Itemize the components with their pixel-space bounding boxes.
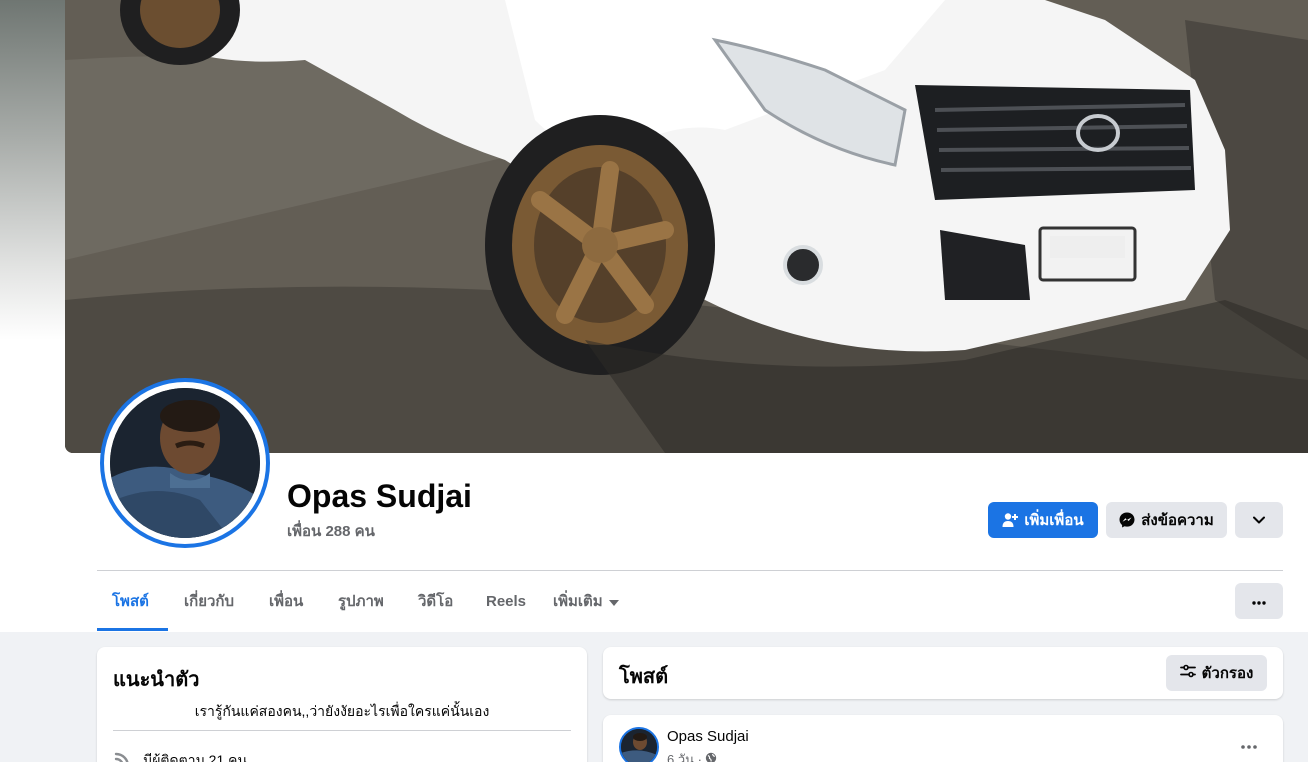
more-dots-icon xyxy=(1252,592,1266,610)
header-divider xyxy=(97,570,1283,571)
intro-title: แนะนำตัว xyxy=(113,669,200,691)
chevron-down-icon xyxy=(1253,516,1265,524)
tab-about[interactable]: เกี่ยวกับ xyxy=(184,584,234,618)
post-meta: 6 วัน · xyxy=(667,749,717,762)
follower-icon xyxy=(113,749,133,762)
tab-more[interactable]: เพิ่มเติม xyxy=(553,584,619,618)
post-card: Opas Sudjai 6 วัน · xyxy=(603,715,1283,762)
message-label: ส่งข้อความ xyxy=(1141,512,1214,529)
profile-options-button[interactable] xyxy=(1235,502,1283,538)
filter-button[interactable]: ตัวกรอง xyxy=(1166,655,1267,691)
profile-avatar[interactable] xyxy=(100,378,270,548)
caret-down-icon xyxy=(608,593,619,610)
followers-text[interactable]: มีผู้ติดตาม 21 คน xyxy=(143,750,247,762)
message-button[interactable]: ส่งข้อความ xyxy=(1106,502,1227,538)
tab-more-label: เพิ่มเติม xyxy=(553,593,603,610)
followers-row: มีผู้ติดตาม 21 คน xyxy=(113,749,247,762)
avatar-photo xyxy=(110,388,260,538)
intro-bio: เรารู้กันแค่สองคน,,ว่ายังงัยอะไรเพื่อใคร… xyxy=(194,703,490,719)
intro-divider xyxy=(113,730,571,731)
tab-posts[interactable]: โพสต์ xyxy=(112,584,149,618)
globe-icon xyxy=(705,752,717,762)
intro-card: แนะนำตัว เรารู้กันแค่สองคน,,ว่ายังงัยอะไ… xyxy=(97,647,587,762)
filter-icon xyxy=(1179,664,1196,682)
left-background-fade xyxy=(0,0,65,340)
post-options-button[interactable] xyxy=(1231,733,1267,757)
messenger-icon xyxy=(1119,512,1135,528)
tab-videos[interactable]: วิดีโอ xyxy=(418,584,453,618)
add-friend-button[interactable]: เพิ่มเพื่อน xyxy=(988,502,1098,538)
posts-header-card: โพสต์ ตัวกรอง xyxy=(603,647,1283,699)
posts-title: โพสต์ xyxy=(619,666,669,688)
tab-options-button[interactable] xyxy=(1235,583,1283,619)
post-author-name[interactable]: Opas Sudjai xyxy=(667,728,749,745)
post-time[interactable]: 6 วัน · xyxy=(667,749,702,762)
profile-name: Opas Sudjai xyxy=(287,478,472,514)
cover-photo[interactable] xyxy=(65,0,1308,453)
cover-photo-image xyxy=(65,0,1308,453)
tab-reels[interactable]: Reels xyxy=(486,584,526,618)
tab-photos[interactable]: รูปภาพ xyxy=(338,584,384,618)
post-author-avatar[interactable] xyxy=(619,727,659,762)
post-avatar-image xyxy=(621,729,657,762)
active-tab-indicator xyxy=(97,628,168,631)
tab-friends[interactable]: เพื่อน xyxy=(269,584,303,618)
more-dots-icon xyxy=(1241,736,1257,754)
add-friend-icon xyxy=(1002,512,1019,528)
friend-count[interactable]: เพื่อน 288 คน xyxy=(287,519,375,543)
avatar-image xyxy=(110,388,260,538)
add-friend-label: เพิ่มเพื่อน xyxy=(1024,512,1084,529)
filter-label: ตัวกรอง xyxy=(1201,665,1254,682)
